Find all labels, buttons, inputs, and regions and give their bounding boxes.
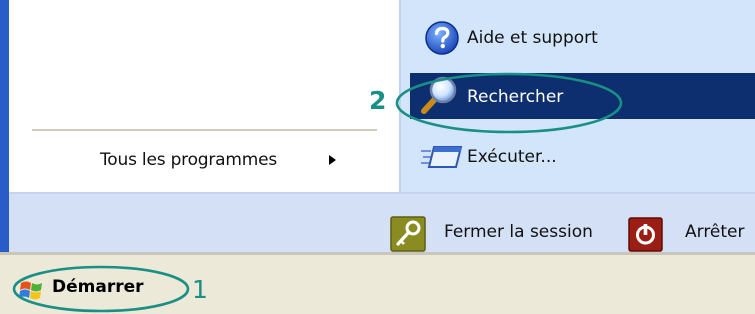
run-icon xyxy=(421,146,463,168)
shutdown-button[interactable]: Arrêter xyxy=(628,216,755,254)
all-programs-button[interactable]: Tous les programmes xyxy=(100,150,360,172)
menu-item-run[interactable]: Exécuter... xyxy=(410,134,755,180)
annotation-number-1: 1 xyxy=(192,275,208,304)
shutdown-label: Arrêter xyxy=(685,222,745,242)
help-icon xyxy=(425,21,459,55)
logoff-button[interactable]: Fermer la session xyxy=(390,216,640,254)
menu-item-label: Exécuter... xyxy=(467,147,557,167)
chevron-right-icon xyxy=(329,155,336,165)
start-menu-border xyxy=(0,0,9,252)
all-programs-label: Tous les programmes xyxy=(100,150,278,170)
annotation-ring-start xyxy=(12,265,190,313)
left-pane-separator xyxy=(32,129,377,131)
menu-item-label: Aide et support xyxy=(467,28,598,48)
logoff-label: Fermer la session xyxy=(444,222,593,242)
menu-item-help-support[interactable]: Aide et support xyxy=(410,16,755,60)
power-icon xyxy=(628,217,663,252)
screenshot-stage: Tous les programmes Aide et support Rech… xyxy=(0,0,755,314)
annotation-number-2: 2 xyxy=(369,86,387,115)
key-icon xyxy=(390,216,426,252)
annotation-ring-search xyxy=(395,72,623,134)
